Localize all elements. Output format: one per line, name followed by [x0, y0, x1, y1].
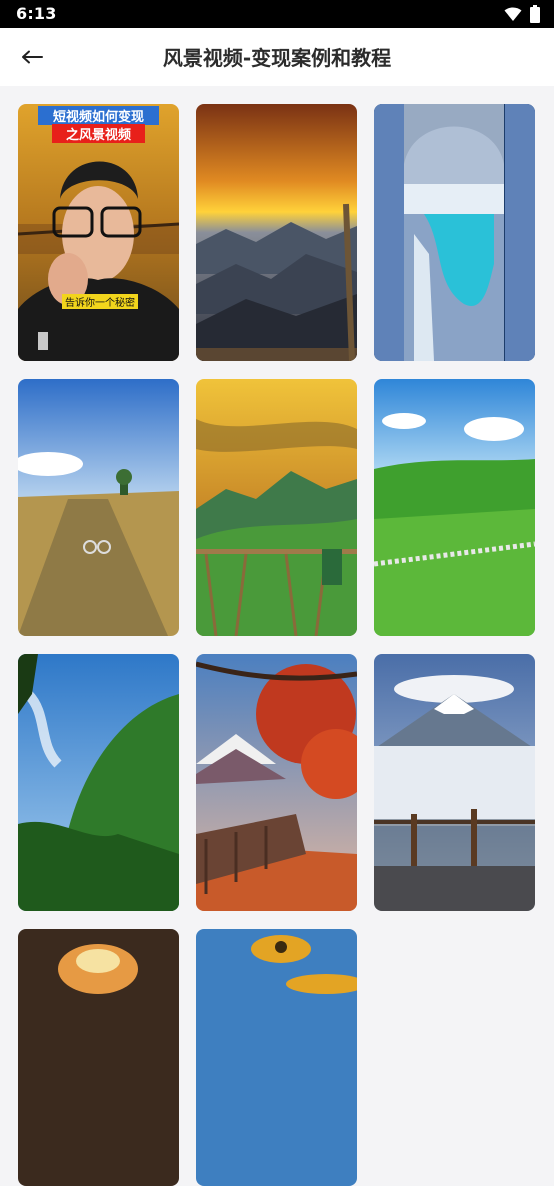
overlay-title-line2: 之风景视频	[52, 124, 145, 143]
video-tile-4[interactable]	[18, 379, 179, 636]
video-tile-5[interactable]	[196, 379, 357, 636]
thumbnail-golden-clouds	[196, 929, 357, 1186]
video-tile-2[interactable]	[196, 104, 357, 361]
thumbnail-red-maple	[196, 654, 357, 911]
video-tile-6[interactable]	[374, 379, 535, 636]
page-title: 风景视频-变现案例和教程	[162, 46, 392, 70]
thumbnail-grassland	[374, 379, 535, 636]
video-tile-10[interactable]	[18, 929, 179, 1186]
video-tile-7[interactable]	[18, 654, 179, 911]
video-grid: 短视频如何变现 之风景视频 告诉你一个秘密	[18, 104, 536, 1186]
overlay-caption: 告诉你一个秘密	[62, 294, 138, 309]
status-time: 6:13	[16, 4, 57, 23]
thumbnail-waterfall-cave	[374, 104, 535, 361]
video-tile-1[interactable]: 短视频如何变现 之风景视频 告诉你一个秘密	[18, 104, 179, 361]
battery-icon	[530, 5, 540, 23]
app-bar: 风景视频-变现案例和教程	[0, 28, 554, 86]
status-icons	[504, 5, 540, 23]
wifi-icon	[504, 7, 522, 21]
video-tile-9[interactable]	[374, 654, 535, 911]
thumbnail-country-path	[18, 379, 179, 636]
status-bar: 6:13	[0, 0, 554, 28]
thumbnail-fuji-clouds	[374, 654, 535, 911]
video-tile-3[interactable]	[374, 104, 535, 361]
video-tile-8[interactable]	[196, 654, 357, 911]
thumbnail-sunset-mountains	[196, 104, 357, 361]
video-tile-11[interactable]	[196, 929, 357, 1186]
thumbnail-cave-sunset	[18, 929, 179, 1186]
overlay-title-line1: 短视频如何变现	[38, 106, 159, 125]
thumbnail-forest-cliff	[18, 654, 179, 911]
thumbnail-golden-mountains	[196, 379, 357, 636]
